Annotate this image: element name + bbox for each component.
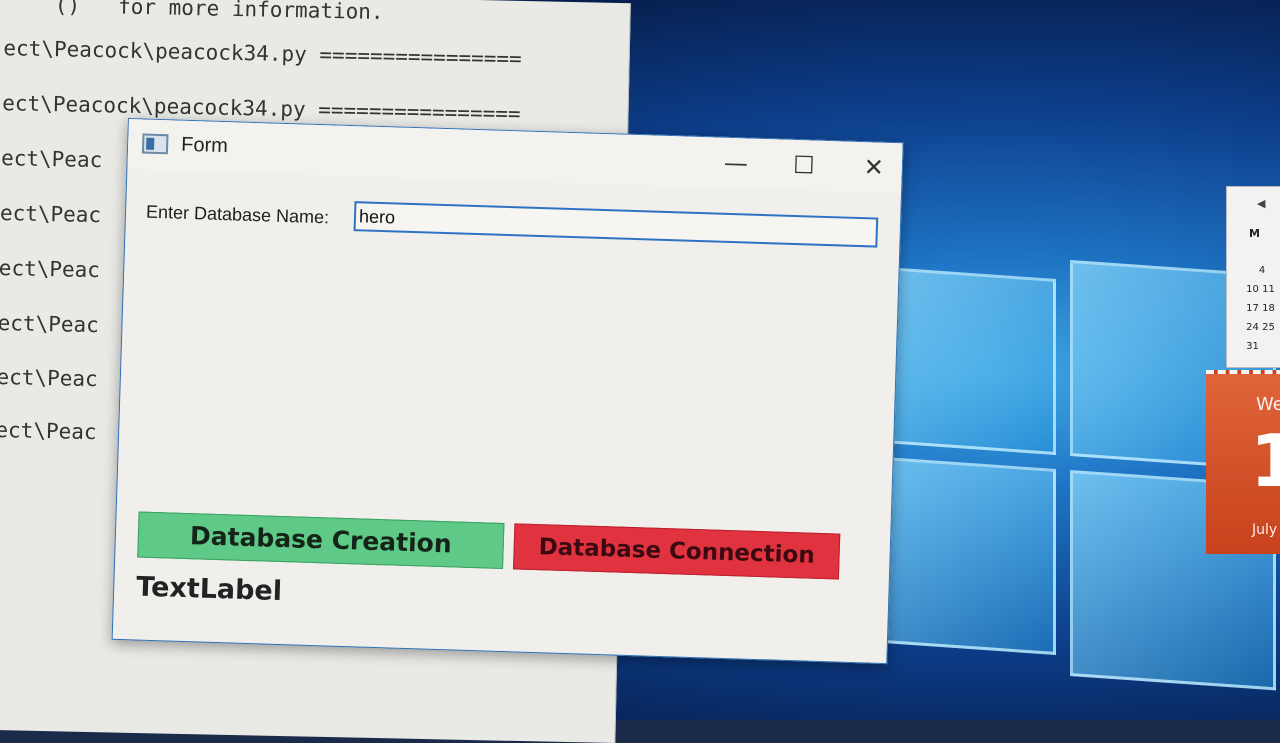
window-title: Form: [180, 133, 229, 158]
database-connection-button[interactable]: Database Connection: [513, 523, 841, 580]
status-text-label: TextLabel: [135, 571, 283, 608]
minimize-icon[interactable]: —: [713, 145, 758, 180]
calendar-month-initial: M: [1249, 227, 1260, 240]
calendar-week-row: 17 18: [1243, 303, 1275, 314]
database-creation-button[interactable]: Database Creation: [137, 511, 505, 570]
form-window[interactable]: Form — ☐ ✕ Enter Database Name: Database…: [111, 118, 904, 665]
console-line: ject\Peac: [0, 255, 101, 283]
calendar-week-row: 31: [1243, 341, 1259, 352]
close-icon[interactable]: ✕: [851, 150, 896, 185]
calendar-day-number: 1: [1250, 419, 1280, 503]
calendar-week-row: 24 25: [1243, 322, 1275, 333]
calendar-gadget[interactable]: ◀ M 4 10 11 17 18 24 25 31: [1226, 186, 1280, 368]
form-window-icon: [141, 133, 169, 155]
database-name-label: Enter Database Name:: [145, 201, 330, 228]
console-line: ject\Peac: [0, 200, 102, 228]
console-line: ject\Peac: [0, 145, 103, 173]
windows-logo-pane: [890, 267, 1056, 456]
console-line: () for more information.: [0, 0, 384, 25]
calendar-week-row: 4: [1243, 265, 1266, 276]
console-line: ject\Peacock\peacock34.py ==============…: [0, 35, 522, 71]
maximize-icon[interactable]: ☐: [781, 148, 826, 183]
console-line: ject\Peac: [0, 417, 97, 445]
calendar-week-row: 10 11: [1243, 284, 1275, 295]
console-line: ject\Peac: [0, 310, 100, 338]
calendar-weekday: We: [1256, 394, 1280, 415]
database-name-input[interactable]: [353, 201, 879, 248]
console-line: ject\Peacock\peacock34.py ==============…: [0, 90, 521, 126]
windows-logo-pane: [870, 456, 1056, 656]
calendar-prev-icon[interactable]: ◀: [1257, 197, 1265, 210]
calendar-month-name: July: [1252, 522, 1278, 538]
calendar-today-page[interactable]: We 1 July: [1206, 370, 1280, 554]
console-line: ject\Peac: [0, 364, 98, 392]
